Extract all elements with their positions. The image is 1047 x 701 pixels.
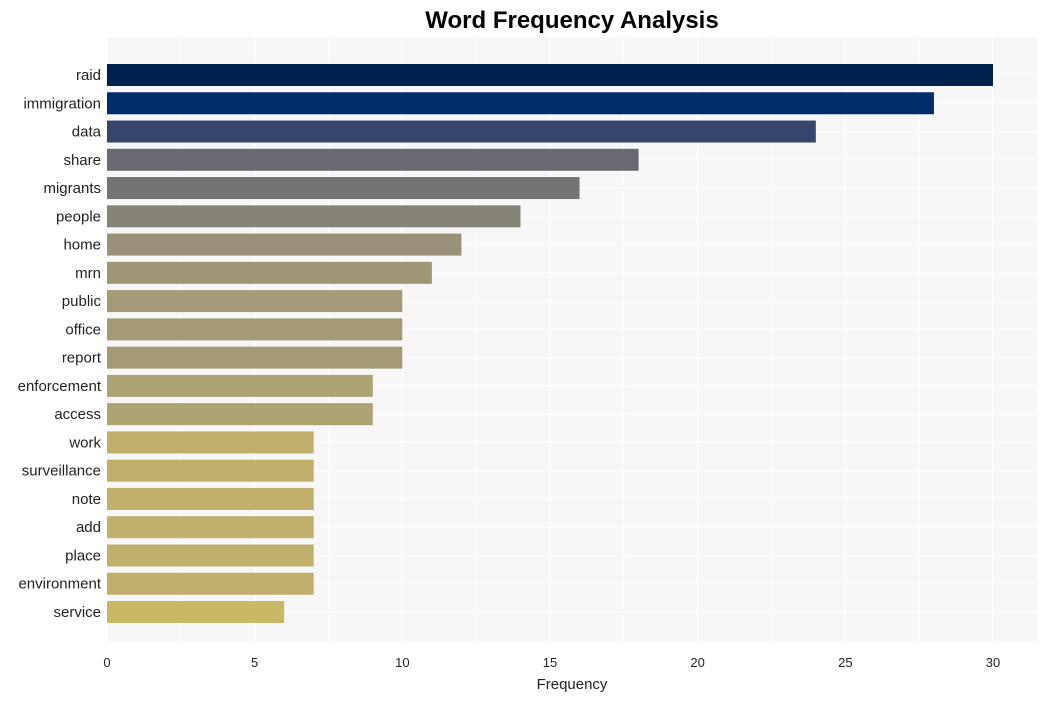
bar-migrants xyxy=(107,177,580,200)
bar-public xyxy=(107,290,403,313)
bar-note xyxy=(107,487,314,510)
bar-report xyxy=(107,346,403,369)
y-tick-label: enforcement xyxy=(18,378,102,395)
bar-access xyxy=(107,403,373,426)
x-tick-label: 30 xyxy=(986,655,1000,670)
y-tick-label: immigration xyxy=(23,95,101,112)
bar-data xyxy=(107,120,816,143)
y-tick-label: work xyxy=(68,434,101,451)
bar-raid xyxy=(107,64,993,86)
y-tick-label: access xyxy=(54,406,101,423)
chart-title: Word Frequency Analysis xyxy=(425,7,718,34)
bar-environment xyxy=(107,572,314,595)
bar-mrn xyxy=(107,261,432,284)
y-tick-label: service xyxy=(53,604,101,621)
bar-place xyxy=(107,544,314,567)
y-tick-label: people xyxy=(56,208,101,225)
x-axis-label: Frequency xyxy=(537,676,608,693)
y-tick-label: share xyxy=(63,152,101,169)
y-tick-label: mrn xyxy=(75,265,101,282)
y-tick-label: place xyxy=(65,547,101,564)
y-tick-label: raid xyxy=(76,67,101,84)
y-tick-label: surveillance xyxy=(22,463,101,480)
bar-surveillance xyxy=(107,459,314,482)
x-tick-label: 10 xyxy=(395,655,409,670)
bar-home xyxy=(107,233,462,256)
bar-office xyxy=(107,318,403,341)
bar-service xyxy=(107,601,285,623)
x-tick-label: 25 xyxy=(838,655,852,670)
y-tick-label: add xyxy=(76,519,101,536)
bar-share xyxy=(107,148,639,171)
y-tick-label: note xyxy=(72,491,101,508)
bar-enforcement xyxy=(107,374,373,397)
bar-work xyxy=(107,431,314,454)
x-tick-label: 0 xyxy=(103,655,110,670)
y-tick-label: public xyxy=(62,293,102,310)
bar-add xyxy=(107,516,314,539)
x-tick-label: 15 xyxy=(543,655,557,670)
y-tick-label: office xyxy=(65,321,101,338)
bar-immigration xyxy=(107,92,934,115)
y-tick-label: report xyxy=(62,350,102,367)
y-tick-label: data xyxy=(72,124,102,141)
x-tick-label: 20 xyxy=(690,655,704,670)
y-axis-labels: raid immigration data share migrants people ho… xyxy=(18,67,102,621)
y-tick-label: home xyxy=(63,237,101,254)
y-tick-label: environment xyxy=(18,576,101,593)
x-axis-ticks: 0 5 10 15 20 25 30 xyxy=(103,655,1000,670)
bar-people xyxy=(107,205,521,228)
y-tick-label: migrants xyxy=(43,180,101,197)
bar-chart: raid immigration data share migrants people ho… xyxy=(18,7,1037,693)
x-tick-label: 5 xyxy=(251,655,258,670)
